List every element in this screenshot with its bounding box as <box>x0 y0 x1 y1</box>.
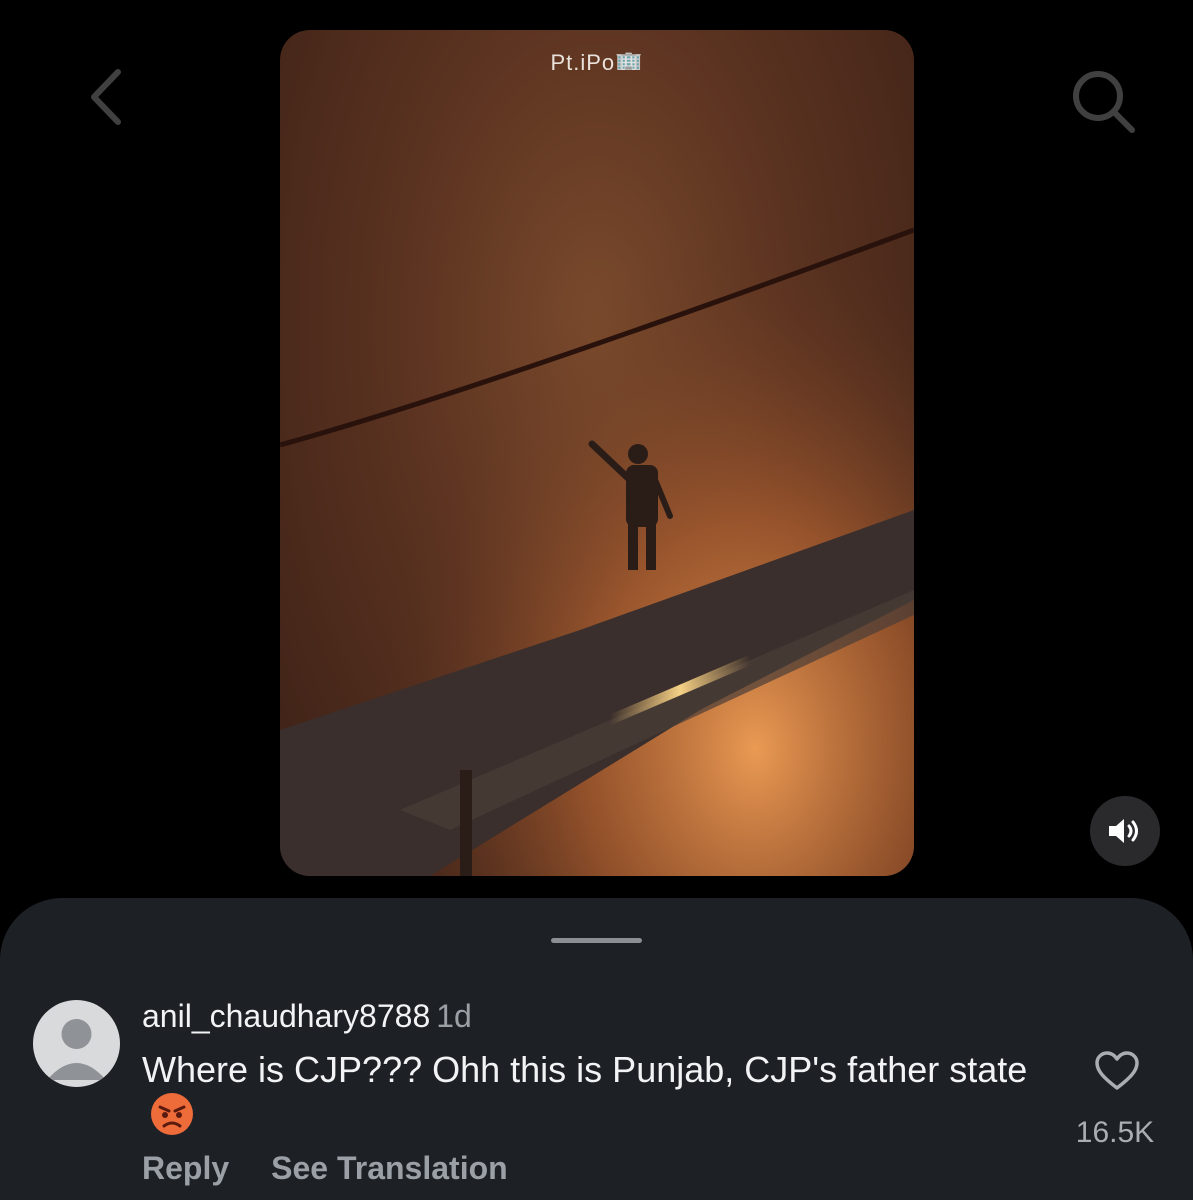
video-frame <box>280 30 914 876</box>
comment-body: Where is CJP??? Ohh this is Punjab, CJP'… <box>142 1048 1042 1138</box>
comment-actions: Reply See Translation <box>142 1150 508 1187</box>
search-icon <box>1073 71 1135 133</box>
angry-face-emoji <box>151 1093 193 1135</box>
video-player[interactable]: Pt.iPo🏢 <box>280 30 914 876</box>
heart-icon <box>1095 1051 1139 1090</box>
like-button[interactable] <box>1094 1050 1140 1092</box>
sheet-drag-handle[interactable] <box>551 938 642 943</box>
avatar[interactable] <box>33 1000 120 1087</box>
speaker-volume-icon <box>1109 819 1138 843</box>
volume-button[interactable] <box>1090 796 1160 866</box>
chevron-left-icon <box>91 69 121 125</box>
comment-time: 1d <box>436 998 472 1034</box>
like-count: 16.5K <box>1075 1116 1155 1149</box>
comments-sheet: anil_chaudhary8788 1d Where is CJP??? Ohh… <box>0 898 1193 1200</box>
see-translation-button[interactable]: See Translation <box>271 1150 508 1186</box>
default-avatar-icon <box>47 1019 106 1080</box>
reply-button[interactable]: Reply <box>142 1150 229 1186</box>
comment-text: Where is CJP??? Ohh this is Punjab, CJP'… <box>142 1049 1028 1090</box>
back-button[interactable] <box>80 62 140 132</box>
search-button[interactable] <box>1068 66 1138 136</box>
comment-username[interactable]: anil_chaudhary8788 <box>142 998 430 1034</box>
video-caption: Pt.iPo🏢 <box>550 52 644 70</box>
comment-header: anil_chaudhary8788 1d <box>142 998 472 1035</box>
